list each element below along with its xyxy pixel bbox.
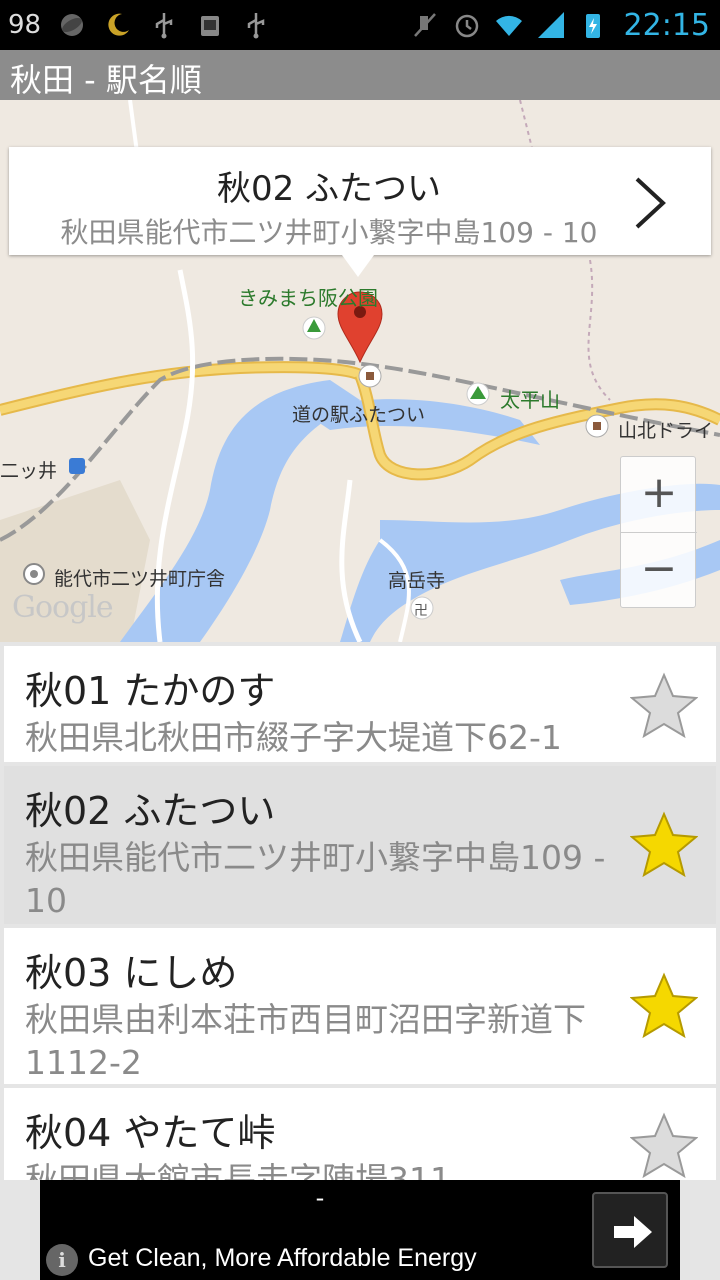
- mute-icon: [413, 13, 436, 37]
- map-label-park: きみまち阪公園: [238, 286, 378, 310]
- star-outline-icon[interactable]: [630, 672, 698, 740]
- station-list[interactable]: 秋01 たかのす 秋田県北秋田市綴子字大堤道下62-1 秋02 ふたつい 秋田県…: [4, 646, 716, 1180]
- map-info-window[interactable]: 秋02 ふたつい 秋田県能代市二ツ井町小繋字中島109 - 10: [9, 147, 711, 255]
- status-bar: 98 22:15: [0, 0, 720, 50]
- usb-icon: [247, 13, 265, 39]
- android-debug-icon: [201, 16, 220, 36]
- map-view[interactable]: 卍 きみまち阪公園 道の駅ふたつい 太平山 山北ドライ 二ッ井 能代市二ツ井町庁…: [0, 100, 720, 642]
- google-logo: Google: [12, 590, 114, 625]
- list-item[interactable]: 秋01 たかのす 秋田県北秋田市綴子字大堤道下62-1: [4, 646, 716, 762]
- map-label-town-office: 能代市二ツ井町庁舎: [54, 568, 226, 590]
- moon-icon: [108, 13, 130, 36]
- star-filled-icon[interactable]: [630, 811, 698, 879]
- ad-banner[interactable]: - i Get Clean, More Affordable Energy: [40, 1180, 680, 1280]
- station-address: 秋田県由利本荘市西目町沼田字新道下1112-2: [25, 1000, 586, 1082]
- info-window-title: 秋02 ふたつい: [216, 169, 442, 209]
- arrow-right-icon: [614, 1216, 652, 1248]
- zoom-in-button[interactable]: +: [621, 457, 697, 533]
- ad-text[interactable]: Get Clean, More Affordable Energy: [88, 1244, 477, 1273]
- map-label-michinoeki: 道の駅ふたつい: [292, 404, 426, 426]
- map-label-mountain: 太平山: [500, 388, 560, 412]
- chevron-right-icon[interactable]: [631, 175, 671, 231]
- app-bar: 秋田 - 駅名順: [0, 50, 720, 100]
- station-name: 秋03 にしめ: [25, 951, 238, 995]
- map-label-station: 二ッ井: [0, 460, 58, 482]
- info-window-tail: [342, 255, 374, 277]
- battery-percent: 98: [8, 10, 42, 40]
- wifi-icon: [495, 15, 522, 36]
- list-item[interactable]: 秋02 ふたつい 秋田県能代市二ツ井町小繋字中島109 - 10: [4, 766, 716, 924]
- station-name: 秋04 やたて峠: [25, 1111, 276, 1155]
- list-item[interactable]: 秋04 やたて峠 秋田県大館市長走字陣場311: [4, 1088, 716, 1180]
- info-window-address: 秋田県能代市二ツ井町小繋字中島109 - 10: [60, 216, 598, 249]
- station-address: 秋田県能代市二ツ井町小繋字中島109 - 10: [25, 838, 606, 920]
- ad-top-text: -: [315, 1184, 325, 1212]
- star-filled-icon[interactable]: [630, 972, 698, 1040]
- clock: 22:15: [623, 7, 710, 43]
- signal-icon: [537, 12, 564, 38]
- station-address: 秋田県北秋田市綴子字大堤道下62-1: [25, 718, 562, 757]
- svg-text:卍: 卍: [414, 603, 428, 619]
- station-name: 秋02 ふたつい: [25, 789, 276, 833]
- battery-charging-icon: [585, 14, 600, 38]
- ad-open-button[interactable]: [592, 1192, 668, 1268]
- list-item[interactable]: 秋03 にしめ 秋田県由利本荘市西目町沼田字新道下1112-2: [4, 928, 716, 1084]
- map-label-temple: 高岳寺: [388, 570, 446, 592]
- usb-icon: [155, 13, 173, 39]
- station-address: 秋田県大館市長走字陣場311: [25, 1160, 451, 1180]
- zoom-out-button[interactable]: −: [621, 533, 697, 609]
- zoom-controls: + −: [620, 456, 697, 609]
- page-title: 秋田 - 駅名順: [10, 61, 202, 99]
- info-icon[interactable]: i: [46, 1244, 78, 1276]
- map-label-road: 山北ドライ: [618, 420, 714, 442]
- alarm-icon: [455, 14, 478, 38]
- star-outline-icon[interactable]: [630, 1112, 698, 1180]
- android-icon: [61, 14, 84, 36]
- station-name: 秋01 たかのす: [25, 669, 276, 713]
